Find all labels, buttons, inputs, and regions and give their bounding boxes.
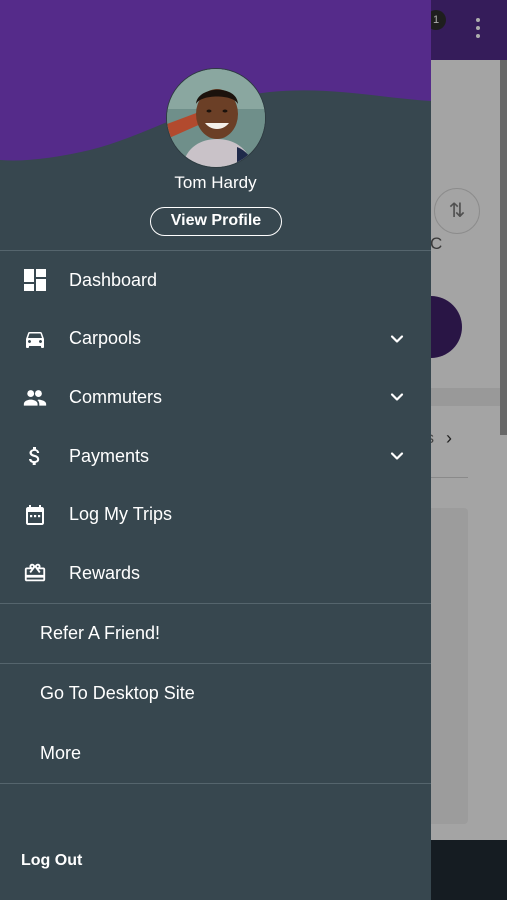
nav-item-payments[interactable]: Payments [0,427,431,486]
drawer-header: Tom Hardy View Profile [0,0,431,250]
gift-card-icon [23,561,47,585]
avatar-photo [167,69,265,167]
nav-item-label: Dashboard [69,269,158,290]
dollar-icon [23,444,47,468]
nav-item-dashboard[interactable]: Dashboard [0,251,431,310]
people-icon [23,385,47,409]
nav-item-label: Carpools [69,328,142,349]
nav-item-label: Rewards [69,562,141,583]
nav-item-label: Commuters [69,386,163,407]
chevron-down-icon[interactable] [389,448,405,464]
dashboard-icon [23,268,47,292]
nav-item-go-to-desktop-site[interactable]: Go To Desktop Site [0,664,431,724]
nav-item-refer-a-friend[interactable]: Refer A Friend! [0,604,431,664]
nav-item-label: Payments [69,445,150,466]
nav-item-log-my-trips[interactable]: Log My Trips [0,485,431,544]
nav-item-commuters[interactable]: Commuters [0,368,431,427]
log-out-button[interactable]: Log Out [21,852,82,870]
chevron-down-icon[interactable] [389,389,405,405]
view-profile-button[interactable]: View Profile [150,207,282,236]
chevron-down-icon[interactable] [389,331,405,347]
nav-item-carpools[interactable]: Carpools [0,310,431,369]
primary-nav-list: Dashboard Carpools Commuters Payments Lo… [0,251,431,603]
user-name: Tom Hardy [174,173,257,192]
navigation-drawer: Tom Hardy View Profile Dashboard Carpool… [0,0,431,900]
nav-item-more[interactable]: More [0,724,431,784]
nav-item-rewards[interactable]: Rewards [0,544,431,603]
car-icon [23,327,47,351]
avatar[interactable] [166,68,266,168]
divider [0,783,431,785]
calendar-icon [23,503,47,527]
nav-item-label: Log My Trips [69,504,173,525]
